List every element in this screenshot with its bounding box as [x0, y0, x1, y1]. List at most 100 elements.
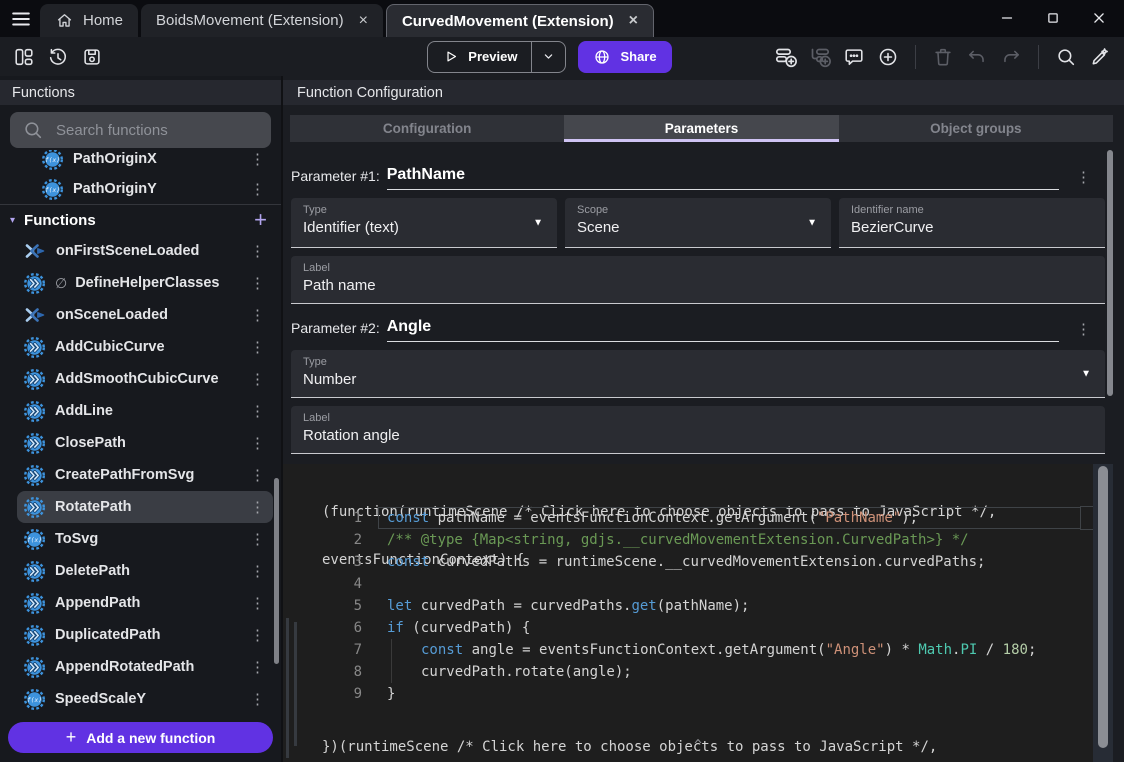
- type-field[interactable]: TypeNumber▼: [291, 350, 1105, 398]
- line-number: 6: [283, 620, 362, 636]
- add-function-button[interactable]: + Add a new function: [8, 722, 273, 753]
- sidebar-item-duplicatedpath[interactable]: DuplicatedPath⋮: [0, 619, 281, 651]
- kebab-menu-icon[interactable]: ⋮: [250, 532, 265, 547]
- sidebar-item-onsceneloaded[interactable]: onSceneLoaded⋮: [0, 299, 281, 331]
- kebab-menu-icon[interactable]: ⋮: [250, 244, 265, 259]
- code-line[interactable]: 5let curvedPath = curvedPaths.get(pathNa…: [283, 595, 1083, 617]
- close-button[interactable]: [1090, 9, 1110, 29]
- code-line[interactable]: 8curvedPath.rotate(angle);: [283, 661, 1083, 683]
- code-line[interactable]: 4: [283, 573, 1083, 595]
- maximize-button[interactable]: [1044, 9, 1064, 29]
- parameters-scrollbar[interactable]: [1107, 150, 1113, 396]
- tab-label: Home: [83, 12, 123, 29]
- kebab-menu-icon[interactable]: ⋮: [250, 628, 265, 643]
- tab-object-groups[interactable]: Object groups: [839, 115, 1113, 142]
- functions-section-header[interactable]: ▾Functions+: [0, 205, 281, 235]
- sidebar-item-onfirstsceneloaded[interactable]: onFirstSceneLoaded⋮: [0, 235, 281, 267]
- scope-field[interactable]: ScopeScene▼: [565, 198, 831, 248]
- type-field[interactable]: TypeIdentifier (text)▼: [291, 198, 557, 248]
- code-line[interactable]: 6if (curvedPath) {: [283, 617, 1083, 639]
- sidebar-item-addsmoothcubiccurve[interactable]: AddSmoothCubicCurve⋮: [0, 363, 281, 395]
- sidebar-item-definehelperclasses[interactable]: ∅DefineHelperClasses⋮: [0, 267, 281, 299]
- tab-curvedmovement-extension[interactable]: CurvedMovement (Extension) ×: [386, 4, 654, 37]
- code-editor[interactable]: (function(runtimeScene /* Click here to …: [283, 464, 1113, 762]
- sidebar-item-pathoriginx[interactable]: f(x)PathOriginX⋮: [0, 150, 281, 174]
- sidebar-item-addcubiccurve[interactable]: AddCubicCurve⋮: [0, 331, 281, 363]
- parameter-fields: TypeNumber▼ LabelRotation angle: [291, 350, 1105, 454]
- editor-scrollbar-track[interactable]: [1093, 464, 1113, 762]
- kebab-menu-icon[interactable]: ⋮: [250, 404, 265, 419]
- sidebar-item-appendrotatedpath[interactable]: AppendRotatedPath⋮: [0, 651, 281, 683]
- sidebar-item-speedscaley[interactable]: f(x)SpeedScaleY⋮: [0, 683, 281, 715]
- sidebar-item-appendpath[interactable]: AppendPath⋮: [0, 587, 281, 619]
- function-name: CreatePathFromSvg: [55, 467, 194, 483]
- add-icon[interactable]: +: [254, 209, 267, 231]
- code-line[interactable]: 2/** @type {Map<string, gdjs.__curvedMov…: [283, 529, 1083, 551]
- code-line[interactable]: 9}: [283, 683, 1083, 705]
- close-icon[interactable]: ×: [359, 13, 368, 29]
- kebab-menu-icon[interactable]: ⋮: [250, 276, 265, 291]
- edit-extension-button[interactable]: [1086, 43, 1114, 71]
- sidebar-item-pathoriginy[interactable]: f(x)PathOriginY⋮: [0, 174, 281, 204]
- tab-label: CurvedMovement (Extension): [402, 13, 614, 30]
- kebab-menu-icon[interactable]: ⋮: [250, 152, 265, 167]
- function-name: AddLine: [55, 403, 113, 419]
- kebab-menu-icon[interactable]: ⋮: [1076, 168, 1091, 186]
- parameter-name-input[interactable]: Angle: [387, 318, 1059, 342]
- kebab-menu-icon[interactable]: ⋮: [250, 500, 265, 515]
- history-button[interactable]: [44, 43, 72, 71]
- panels-button[interactable]: [10, 43, 38, 71]
- sidebar-item-addline[interactable]: AddLine ⋮: [0, 395, 281, 427]
- sidebar-item-deletepath[interactable]: DeletePath⋮: [0, 555, 281, 587]
- code-lines[interactable]: 1const pathName = eventsFunctionContext.…: [283, 507, 1083, 705]
- sidebar-item-closepath[interactable]: ClosePath⋮: [0, 427, 281, 459]
- sidebar-item-tosvg[interactable]: f(x)ToSvg⋮: [0, 523, 281, 555]
- search-input[interactable]: [54, 121, 259, 140]
- minimize-button[interactable]: [998, 9, 1018, 29]
- kebab-menu-icon[interactable]: ⋮: [250, 308, 265, 323]
- kebab-menu-icon[interactable]: ⋮: [1076, 320, 1091, 338]
- kebab-menu-icon[interactable]: ⋮: [250, 372, 265, 387]
- kebab-menu-icon[interactable]: ⋮: [250, 436, 265, 451]
- add-comment-button[interactable]: [840, 43, 868, 71]
- identifier-name-field[interactable]: Identifier nameBezierCurve: [839, 198, 1105, 248]
- parameter-fields: TypeIdentifier (text)▼ScopeScene▼Identif…: [291, 198, 1105, 304]
- save-button[interactable]: [78, 43, 106, 71]
- collapse-caret[interactable]: ^: [694, 738, 702, 753]
- label-field[interactable]: LabelPath name: [291, 256, 1105, 304]
- search-icon: [22, 119, 44, 141]
- add-event-button[interactable]: [772, 43, 800, 71]
- kebab-menu-icon[interactable]: ⋮: [250, 564, 265, 579]
- preview-main[interactable]: Preview: [428, 48, 531, 65]
- kebab-menu-icon[interactable]: ⋮: [250, 182, 265, 197]
- menu-icon[interactable]: [8, 8, 34, 30]
- editor-scrollbar-thumb[interactable]: [1098, 466, 1108, 748]
- close-icon[interactable]: ×: [629, 13, 638, 29]
- sidebar-item-createpathfromsvg[interactable]: CreatePathFromSvg ⋮: [0, 459, 281, 491]
- kebab-menu-icon[interactable]: ⋮: [250, 468, 265, 483]
- editor-footer-line[interactable]: })(runtimeScene /* Click here to choose …: [322, 739, 937, 755]
- sidebar-scrollbar[interactable]: [274, 478, 279, 664]
- toolbar: Preview Share: [0, 37, 1124, 76]
- kebab-menu-icon[interactable]: ⋮: [250, 340, 265, 355]
- code-line[interactable]: 1const pathName = eventsFunctionContext.…: [283, 507, 1083, 529]
- tab-parameters[interactable]: Parameters: [564, 115, 838, 142]
- function-list: f(x)PathOriginX⋮f(x)PathOriginY⋮▾Functio…: [0, 150, 281, 716]
- search-button[interactable]: [1052, 43, 1080, 71]
- sidebar-item-rotatepath[interactable]: RotatePath⋮: [17, 491, 273, 523]
- add-circle-button[interactable]: [874, 43, 902, 71]
- tab-configuration[interactable]: Configuration: [290, 115, 564, 142]
- parameter-name-input[interactable]: PathName: [387, 166, 1059, 190]
- kebab-menu-icon[interactable]: ⋮: [250, 660, 265, 675]
- kebab-menu-icon[interactable]: ⋮: [250, 692, 265, 707]
- preview-dropdown-button[interactable]: [532, 49, 565, 64]
- kebab-menu-icon[interactable]: ⋮: [250, 596, 265, 611]
- tab-home[interactable]: Home: [40, 4, 138, 37]
- share-button[interactable]: Share: [578, 41, 671, 73]
- label-field[interactable]: LabelRotation angle: [291, 406, 1105, 454]
- tab-boidsmovement-extension[interactable]: BoidsMovement (Extension)×: [141, 4, 383, 37]
- search-box[interactable]: [10, 112, 271, 148]
- preview-button[interactable]: Preview: [427, 41, 566, 73]
- code-line[interactable]: 3const curvedPaths = runtimeScene.__curv…: [283, 551, 1083, 573]
- code-line[interactable]: 7const angle = eventsFunctionContext.get…: [283, 639, 1083, 661]
